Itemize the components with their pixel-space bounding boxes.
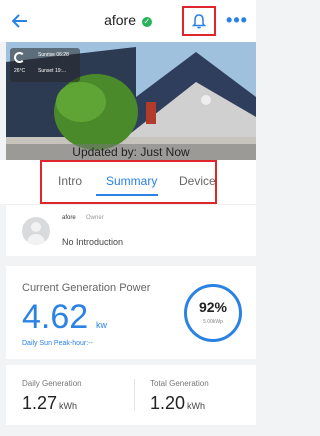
owner-card[interactable]: afore Owner No Introduction (6, 204, 256, 256)
sunrise-text: Sunrise 06:28 (38, 52, 69, 58)
total-generation-label: Total Generation (150, 379, 209, 388)
power-unit: kw (96, 320, 107, 330)
total-generation-number: 1.20 (150, 393, 186, 413)
daily-generation-unit: kWh (59, 401, 78, 411)
online-check-icon: ✓ (141, 17, 152, 27)
plant-photo: Sunrise 06:28 26°C Sunset 19:... Updated… (6, 42, 256, 160)
gauge-capacity: 5.00kWp (203, 319, 223, 325)
weather-panel: Sunrise 06:28 26°C Sunset 19:... (10, 48, 80, 82)
owner-introduction: No Introduction (62, 237, 124, 247)
updated-status: Updated by: Just Now (6, 144, 256, 160)
top-bar: afore ✓ ••• (0, 0, 256, 42)
tab-bar: Intro Summary Device (0, 160, 256, 204)
owner-name: afore (62, 215, 76, 221)
title-text: afore (104, 12, 137, 28)
daily-generation-label: Daily Generation (22, 379, 82, 388)
weather-icon (14, 52, 25, 63)
divider (134, 379, 135, 411)
notification-bell-button[interactable] (182, 6, 216, 36)
tab-device[interactable]: Device (179, 174, 216, 188)
total-generation-value: 1.20 kWh (150, 393, 205, 414)
capacity-gauge: 92% 5.00kWp (184, 284, 242, 342)
gauge-percent: 92% (198, 299, 228, 315)
bell-icon (192, 14, 206, 29)
owner-role: Owner (86, 215, 104, 221)
power-value: 4.62 (22, 298, 89, 336)
current-power-card: Current Generation Power 4.62 kw Daily S… (6, 266, 256, 359)
peak-hour-text: Daily Sun Peak-hour:-- (22, 340, 93, 347)
generation-card: Daily Generation 1.27 kWh Total Generatio… (6, 365, 256, 425)
avatar (22, 217, 50, 245)
daily-generation-value: 1.27 kWh (22, 393, 77, 414)
tab-summary[interactable]: Summary (106, 174, 157, 188)
total-generation-unit: kWh (187, 401, 206, 411)
power-label: Current Generation Power (22, 282, 151, 294)
sunset-text: Sunset 19:... (38, 68, 67, 74)
page-title: afore ✓ (0, 12, 256, 28)
temperature-text: 26°C (14, 68, 26, 74)
active-tab-indicator (96, 194, 158, 196)
tab-intro[interactable]: Intro (58, 174, 82, 188)
daily-generation-number: 1.27 (22, 393, 58, 413)
more-dots-icon[interactable]: ••• (226, 10, 248, 30)
